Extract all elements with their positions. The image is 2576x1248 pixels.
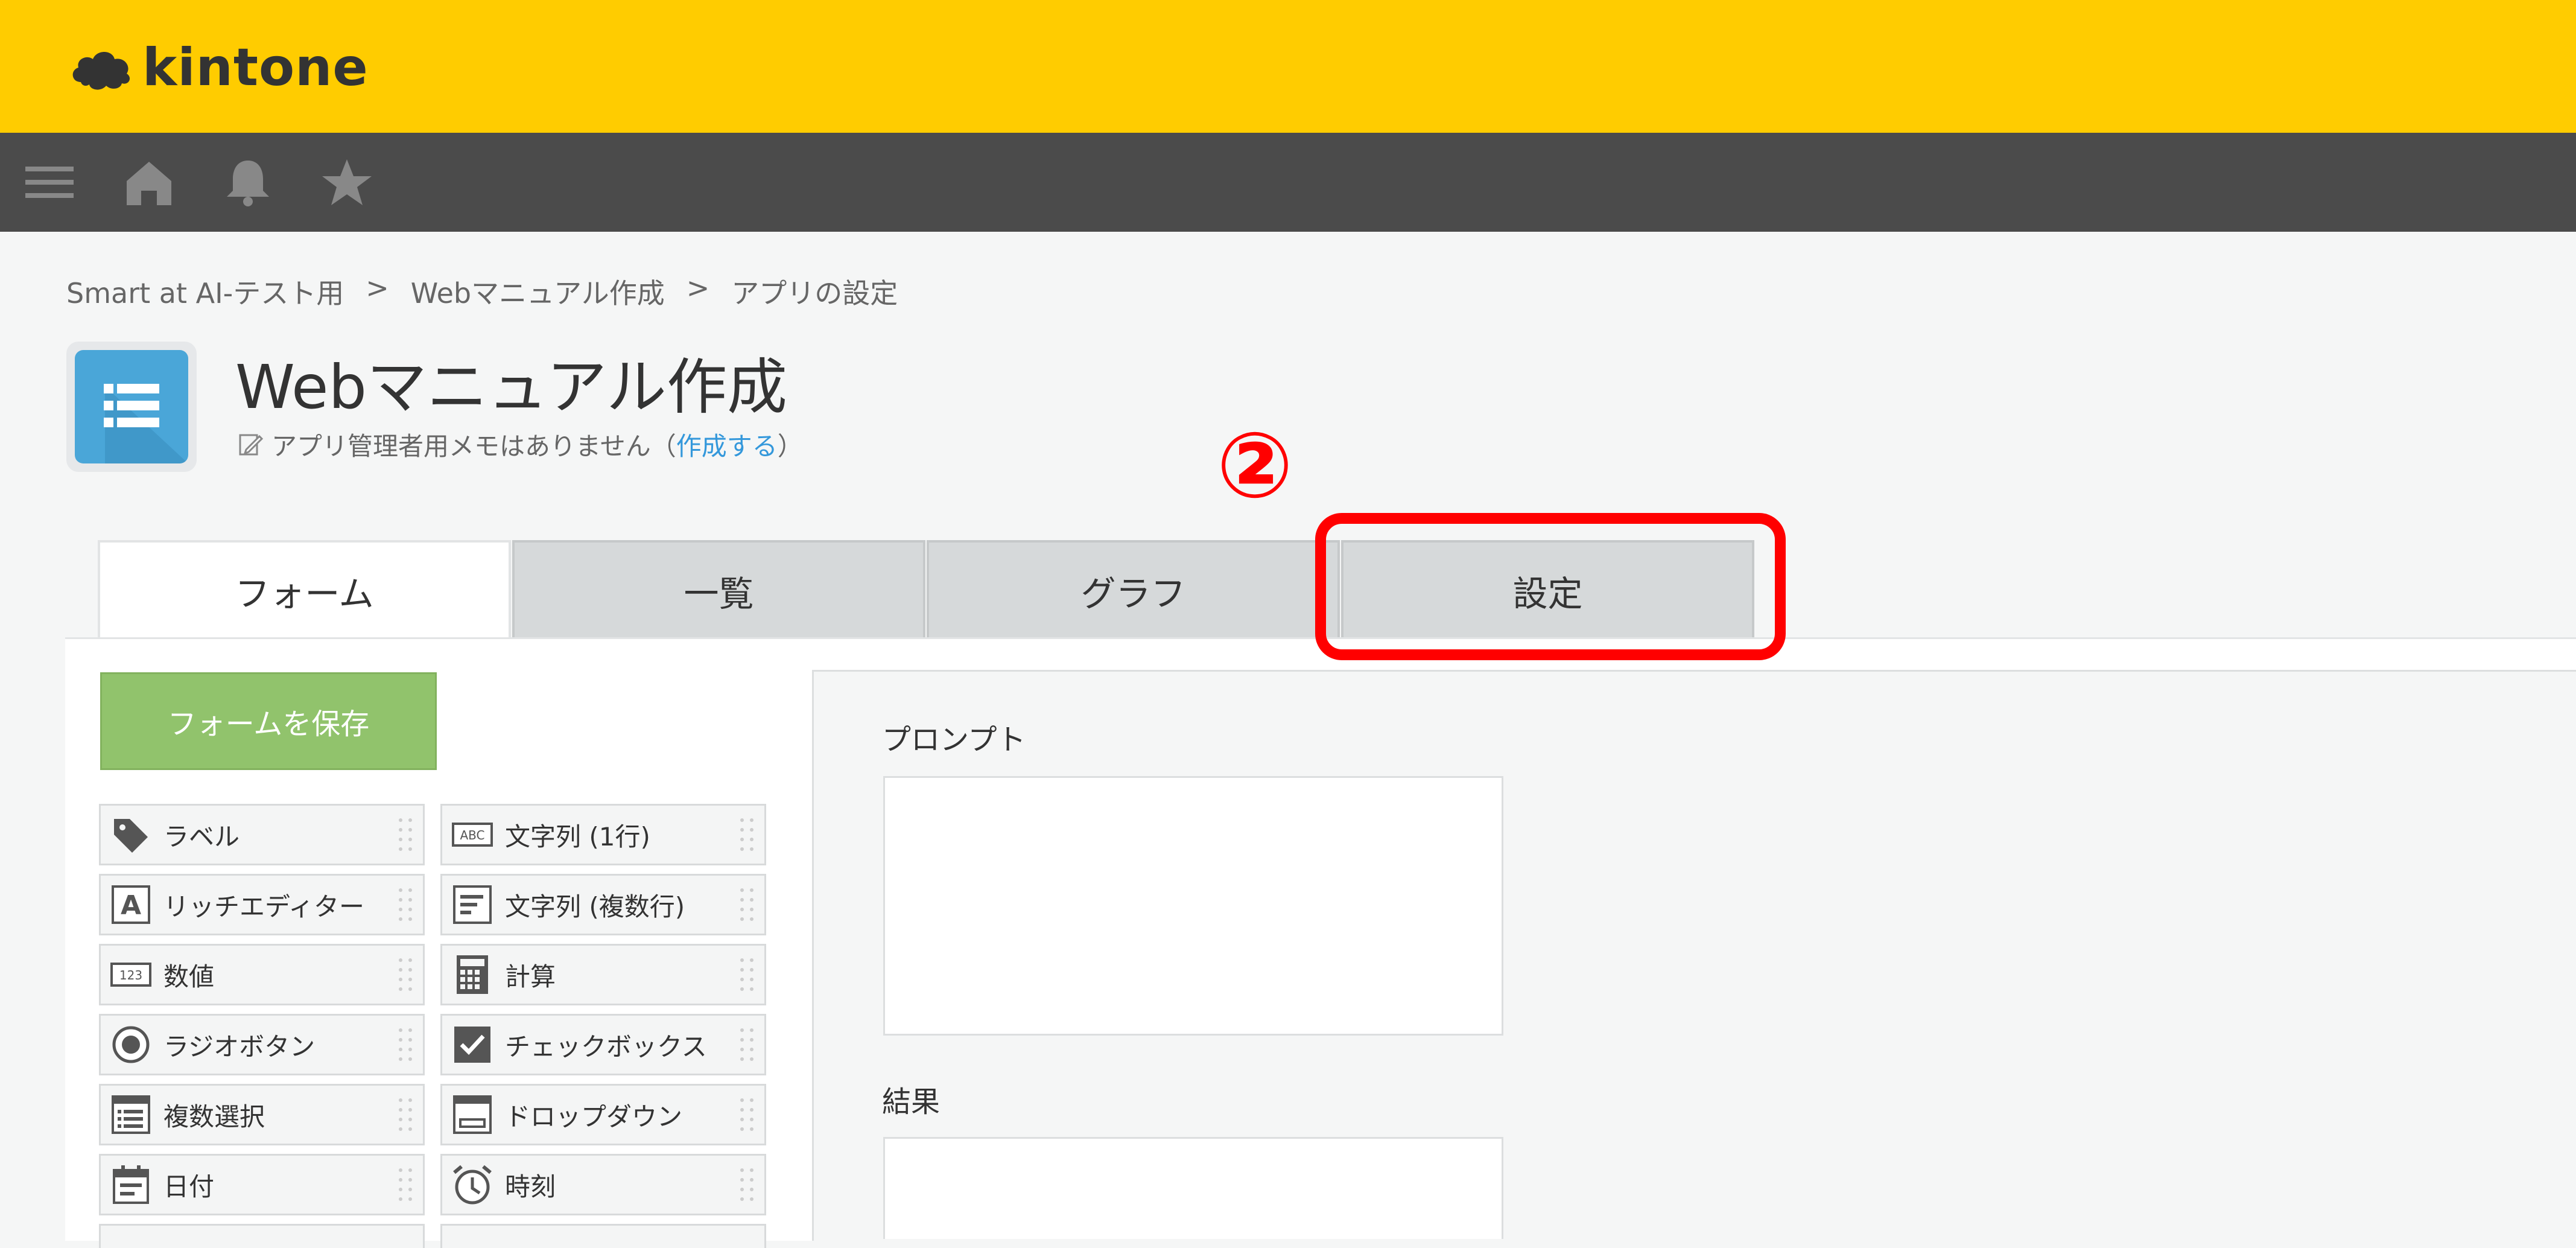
svg-text:A: A [121,890,141,921]
calendar-icon [113,1165,149,1204]
drag-handle-icon[interactable] [737,1025,757,1066]
menu-icon[interactable] [23,157,77,208]
drag-handle-icon[interactable] [737,955,757,996]
app-icon [66,342,197,472]
palette-item-multi-line-text[interactable]: 文字列 (複数行) [440,874,766,935]
palette-item-text: 複数選択 [163,1101,265,1132]
field-label-result: 結果 [882,1085,941,1119]
star-icon[interactable] [320,157,374,208]
result-textarea[interactable] [883,1137,1503,1239]
palette-item-text: 文字列 (1行) [505,821,650,852]
palette-item-text: 計算 [505,961,556,992]
drag-handle-icon[interactable] [395,1165,416,1206]
breadcrumb-item-app[interactable]: Webマニュアル作成 [411,272,665,311]
tab-form[interactable]: フォーム [98,540,511,639]
drag-handle-icon[interactable] [395,885,416,926]
header-bar: kintone [0,0,2576,133]
drag-handle-icon[interactable] [737,1165,757,1206]
memo-text: アプリ管理者用メモはありません（ [271,431,676,461]
palette-item-text: 時刻 [505,1171,556,1202]
page-title: Webマニュアル作成 [235,352,788,422]
drag-handle-icon[interactable] [737,1095,757,1136]
kintone-logo[interactable]: kintone [69,37,369,98]
multi-select-icon [112,1095,150,1134]
palette-item-date[interactable]: 日付 [99,1154,425,1215]
palette-item-calculation[interactable]: 計算 [440,944,766,1005]
palette-item-text: リッチエディター [163,891,365,922]
field-label-prompt: プロンプト [882,723,1026,757]
drag-handle-icon[interactable] [395,955,416,996]
palette-item-text: チェックボックス [505,1031,707,1062]
palette-item-label[interactable]: ラベル [99,804,425,865]
drag-handle-icon[interactable] [737,885,757,926]
palette-item-time[interactable]: 時刻 [440,1154,766,1215]
bell-icon[interactable] [221,157,275,208]
svg-text:123: 123 [119,968,142,982]
global-navbar [0,133,2576,232]
list-icon [104,384,188,463]
palette-item-multi-select[interactable]: 複数選択 [99,1084,425,1145]
annotation-highlight-box [1315,513,1786,660]
palette-item-partial[interactable] [99,1224,425,1248]
palette-item-text: ラベル [163,821,240,852]
cloud-logo-icon [72,52,130,90]
palette-item-dropdown[interactable]: ドロップダウン [440,1084,766,1145]
palette-item-text: 数値 [163,961,215,992]
prompt-textarea[interactable] [883,776,1503,1036]
breadcrumb-item-space[interactable]: Smart at AI-テスト用 [66,272,344,311]
palette-item-text: ラジオボタン [163,1031,316,1062]
dropdown-icon [453,1095,492,1134]
field-palette: ラベル ABC 文字列 (1行) A リッチエディター 文字列 (複数行) 12… [99,804,766,1248]
tab-list[interactable]: 一覧 [512,540,925,639]
tab-graph[interactable]: グラフ [927,540,1340,639]
palette-item-text: 文字列 (複数行) [505,891,685,922]
breadcrumb: Smart at AI-テスト用 > Webマニュアル作成 > アプリの設定 [66,272,898,311]
palette-item-text: ドロップダウン [505,1101,683,1132]
memo-close-paren: ） [777,431,803,461]
drag-handle-icon[interactable] [737,815,757,856]
multiline-icon [453,885,492,924]
create-memo-link[interactable]: 作成する [676,426,778,463]
svg-text:ABC: ABC [460,828,484,842]
drag-handle-icon[interactable] [395,815,416,856]
palette-item-rich-editor[interactable]: A リッチエディター [99,874,425,935]
app-memo: アプリ管理者用メモはありません（ 作成する ） [238,426,803,463]
radio-icon [112,1026,150,1063]
palette-item-text: 日付 [163,1171,215,1202]
checkbox-icon [454,1027,490,1063]
breadcrumb-item-settings: アプリの設定 [731,277,898,310]
annotation-step-number: ② [1216,413,1293,518]
rich-editor-icon: A [112,885,150,924]
palette-item-partial[interactable] [440,1224,766,1248]
drag-handle-icon[interactable] [395,1025,416,1066]
breadcrumb-separator: > [366,272,389,304]
save-form-button[interactable]: フォームを保存 [100,672,437,770]
palette-item-checkbox[interactable]: チェックボックス [440,1014,766,1075]
breadcrumb-separator: > [686,272,710,304]
palette-item-number[interactable]: 123 数値 [99,944,425,1005]
clock-icon [453,1165,492,1205]
drag-handle-icon[interactable] [395,1095,416,1136]
home-icon[interactable] [122,157,176,208]
memo-icon [239,434,264,455]
number-icon: 123 [110,963,151,987]
logo-text: kintone [142,37,369,98]
abc-icon: ABC [452,823,493,847]
calculator-icon [457,955,488,994]
palette-item-single-line-text[interactable]: ABC 文字列 (1行) [440,804,766,865]
tag-icon [114,819,148,853]
palette-item-radio-button[interactable]: ラジオボタン [99,1014,425,1075]
